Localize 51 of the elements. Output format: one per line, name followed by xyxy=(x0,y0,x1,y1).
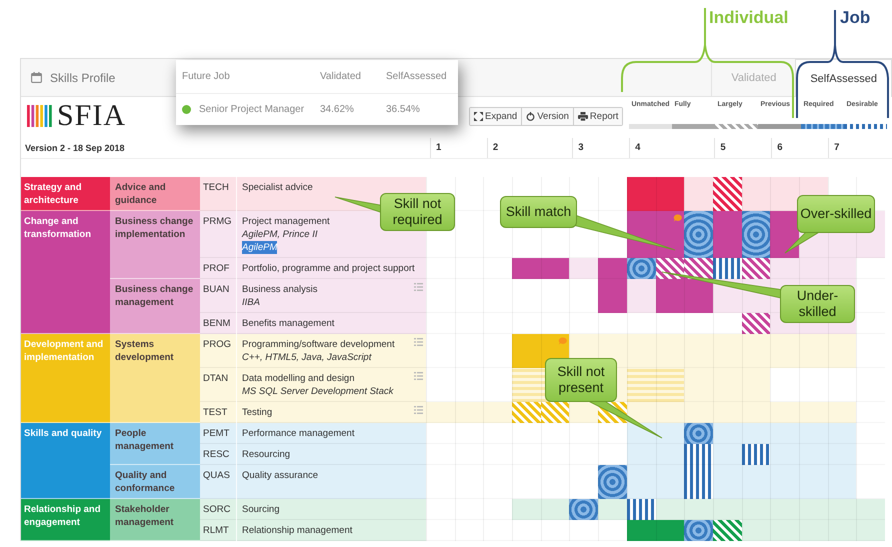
skill-code: PEMT xyxy=(200,423,237,444)
level-number: 2 xyxy=(486,138,572,158)
subcategory-label: People management xyxy=(110,423,200,465)
skill-note: MS SQL Server Development Stack xyxy=(242,385,394,398)
category-label: Skills and quality xyxy=(21,423,110,499)
subcategory-label: Systems development xyxy=(110,334,200,423)
column-header: Validated xyxy=(320,71,362,82)
subcategory-label: Quality and conformance xyxy=(110,465,200,499)
column-header: Future Job xyxy=(182,71,231,82)
logo-text: SFIA xyxy=(57,99,126,133)
category-label: Strategy and architecture xyxy=(21,177,110,211)
annotation-label: Job xyxy=(840,8,870,28)
level-number: 5 xyxy=(714,138,772,158)
skill-code: DTAN xyxy=(200,368,237,402)
skill-code: TEST xyxy=(200,402,237,423)
category-label: Change and transformation xyxy=(21,211,110,334)
skill-code: QUAS xyxy=(200,465,237,499)
annotation-label: Individual xyxy=(709,8,788,28)
skill-code: PROF xyxy=(200,258,237,279)
skill-note: C++, HTML5, Java, JavaScript xyxy=(242,351,372,364)
subcategory-label: Advice and guidance xyxy=(110,177,200,211)
level-number: 6 xyxy=(771,138,828,158)
skill-code: RESC xyxy=(200,444,237,465)
callout-tooltip: Under-skilled xyxy=(780,285,855,323)
callout-tooltip: Skill not present xyxy=(545,358,617,402)
callout-tooltip: Over-skilled xyxy=(797,195,875,233)
callout-tooltip: Skill match xyxy=(500,196,577,228)
category-label: Development and implementation xyxy=(21,334,110,423)
skill-code: BUAN xyxy=(200,279,237,313)
skill-note: AgilePM, Prince II xyxy=(242,228,318,241)
percent-value: 34.62% xyxy=(320,104,355,115)
callout-tooltip: Skill not required xyxy=(380,193,455,231)
skill-code: RLMT xyxy=(200,520,237,541)
skill-code: TECH xyxy=(200,177,237,211)
skill-code: BENM xyxy=(200,313,237,334)
skill-code: PROG xyxy=(200,334,237,368)
skill-code: SORC xyxy=(200,499,237,520)
skill-code: PRMG xyxy=(200,211,237,258)
version-label: Version 2 - 18 Sep 2018 xyxy=(24,143,126,153)
column-header: SelfAssessed xyxy=(386,71,448,82)
subcategory-label: Business change management xyxy=(110,279,200,334)
level-number: 3 xyxy=(572,138,630,158)
level-number: 1 xyxy=(430,138,487,158)
level-number: 4 xyxy=(629,138,714,158)
percent-value: 36.54% xyxy=(386,104,421,115)
subcategory-label: Business change implementation xyxy=(110,211,200,279)
skill-note: IIBA xyxy=(242,296,260,309)
panel-title: Skills Profile xyxy=(50,70,116,84)
category-label: Relationship and engagement xyxy=(21,499,110,541)
subcategory-label: Stakeholder management xyxy=(110,499,200,541)
level-number: 7 xyxy=(828,138,885,158)
